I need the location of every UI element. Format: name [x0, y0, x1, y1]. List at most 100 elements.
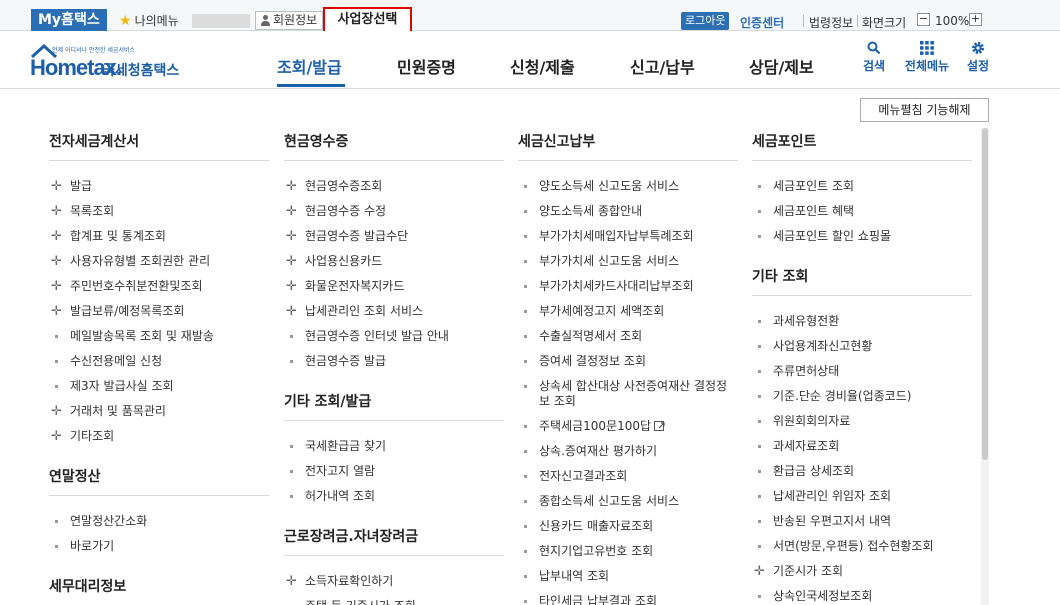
- menu-item[interactable]: 종합소득세 신고도움 서비스: [518, 489, 738, 514]
- expand-plus-icon[interactable]: ✛: [286, 569, 297, 594]
- menu-item[interactable]: 주택세금100문100답: [518, 414, 738, 439]
- expand-plus-icon[interactable]: ✛: [51, 249, 62, 274]
- expand-plus-icon[interactable]: ✛: [51, 199, 62, 224]
- menu-item[interactable]: 환급금 상세조회: [752, 459, 972, 484]
- menu-item[interactable]: 기준.단순 경비율(업종코드): [752, 384, 972, 409]
- menu-item[interactable]: 양도소득세 신고도움 서비스: [518, 174, 738, 199]
- member-info-button[interactable]: 회원정보: [255, 11, 324, 30]
- menu-item[interactable]: ✛ 현금영수증조회: [284, 174, 504, 199]
- menu-item[interactable]: 부가가치세매입자납부특례조회: [518, 224, 738, 249]
- nav-inquiry-issue[interactable]: 조회/발급: [277, 54, 342, 78]
- menu-item[interactable]: 국세환급금 찾기: [284, 434, 504, 459]
- menu-item[interactable]: 과세유형전환: [752, 309, 972, 334]
- section-title[interactable]: 기타 조회: [752, 267, 972, 296]
- menu-item[interactable]: 메일발송목록 조회 및 재발송: [49, 324, 269, 349]
- section-title[interactable]: 세금신고납부: [518, 132, 738, 161]
- section-title[interactable]: 기타 조회/발급: [284, 392, 504, 421]
- section-title[interactable]: 현금영수증: [284, 132, 504, 161]
- menu-item[interactable]: 서면(방문,우편등) 접수현황조회: [752, 534, 972, 559]
- menu-item[interactable]: 반송된 우편고지서 내역: [752, 509, 972, 534]
- menu-item[interactable]: ✛ 납세관리인 조회 서비스: [284, 299, 504, 324]
- my-menu-link[interactable]: ★ 나의메뉴: [119, 12, 179, 29]
- menu-item[interactable]: 주택 등 기준시가 조회: [284, 594, 504, 605]
- expand-plus-icon[interactable]: ✛: [51, 224, 62, 249]
- expand-plus-icon[interactable]: ✛: [286, 199, 297, 224]
- menu-item[interactable]: 전자신고결과조회: [518, 464, 738, 489]
- expand-plus-icon[interactable]: ✛: [51, 299, 62, 324]
- menu-unfold-toggle-button[interactable]: 메뉴펼침 기능해제: [860, 98, 989, 122]
- menu-item[interactable]: ✛ 화물운전자복지카드: [284, 274, 504, 299]
- menu-item[interactable]: 연말정산간소화: [49, 509, 269, 534]
- menu-item[interactable]: ✛ 현금영수증 발급수단: [284, 224, 504, 249]
- menu-item[interactable]: 상속세 합산대상 사전증여재산 결정정보 조회: [518, 374, 738, 414]
- menu-item[interactable]: 세금포인트 혜택: [752, 199, 972, 224]
- menu-item[interactable]: 현금영수증 인터넷 발급 안내: [284, 324, 504, 349]
- menu-item[interactable]: ✛ 기준시가 조회: [752, 559, 972, 584]
- menu-item[interactable]: 바로가기: [49, 534, 269, 559]
- expand-plus-icon[interactable]: ✛: [51, 174, 62, 199]
- menu-item[interactable]: 전자고지 열람: [284, 459, 504, 484]
- logout-button[interactable]: 로그아웃: [681, 12, 730, 30]
- section-title[interactable]: 세금포인트: [752, 132, 972, 161]
- menu-item[interactable]: 수출실적명세서 조회: [518, 324, 738, 349]
- nav-consult-report[interactable]: 상담/제보: [749, 54, 814, 78]
- my-hometax-button[interactable]: My홈택스: [31, 9, 107, 31]
- section-title[interactable]: 연말정산: [49, 467, 269, 496]
- menu-item[interactable]: 납부내역 조회: [518, 564, 738, 589]
- menu-item[interactable]: ✛ 기타조회: [49, 424, 269, 449]
- menu-item[interactable]: 과세자료조회: [752, 434, 972, 459]
- menu-item[interactable]: 주류면허상태: [752, 359, 972, 384]
- zoom-in-button[interactable]: +: [969, 13, 982, 26]
- expand-plus-icon[interactable]: ✛: [286, 299, 297, 324]
- menu-item[interactable]: ✛ 발급: [49, 174, 269, 199]
- menu-scrollbar-thumb[interactable]: [982, 128, 988, 460]
- law-info-link[interactable]: 법령정보: [809, 14, 853, 31]
- expand-plus-icon[interactable]: ✛: [286, 249, 297, 274]
- menu-item[interactable]: ✛ 거래처 및 품목관리: [49, 399, 269, 424]
- menu-item[interactable]: 신용카드 매출자료조회: [518, 514, 738, 539]
- nav-report-payment[interactable]: 신고/납부: [630, 54, 695, 78]
- header-settings-button[interactable]: 설정: [964, 41, 992, 74]
- nav-application-submit[interactable]: 신청/제출: [510, 54, 575, 78]
- menu-item[interactable]: 납세관리인 위임자 조회: [752, 484, 972, 509]
- expand-plus-icon[interactable]: ✛: [51, 399, 62, 424]
- cert-center-link[interactable]: 인증센터: [740, 14, 784, 31]
- expand-plus-icon[interactable]: ✛: [754, 559, 765, 584]
- menu-item[interactable]: 현금영수증 발급: [284, 349, 504, 374]
- business-select-button[interactable]: 사업장선택: [323, 7, 412, 33]
- menu-item[interactable]: 세금포인트 할인 쇼핑몰: [752, 224, 972, 249]
- section-title[interactable]: 전자세금계산서: [49, 132, 269, 161]
- zoom-out-button[interactable]: −: [917, 13, 930, 26]
- menu-item[interactable]: ✛ 합계표 및 통계조회: [49, 224, 269, 249]
- menu-item[interactable]: 상속인국세정보조회: [752, 584, 972, 605]
- expand-plus-icon[interactable]: ✛: [286, 224, 297, 249]
- menu-item[interactable]: 증여세 결정정보 조회: [518, 349, 738, 374]
- expand-plus-icon[interactable]: ✛: [51, 424, 62, 449]
- menu-item[interactable]: 타인세금 납부결과 조회: [518, 589, 738, 605]
- section-title[interactable]: 근로장려금.자녀장려금: [284, 527, 504, 556]
- header-allmenu-button[interactable]: 전체메뉴: [902, 41, 952, 74]
- menu-item[interactable]: ✛ 사업용신용카드: [284, 249, 504, 274]
- menu-item[interactable]: 양도소득세 종합안내: [518, 199, 738, 224]
- header-search-button[interactable]: 검색: [860, 41, 888, 74]
- menu-item[interactable]: ✛ 발급보류/예정목록조회: [49, 299, 269, 324]
- menu-item[interactable]: ✛ 현금영수증 수정: [284, 199, 504, 224]
- menu-item[interactable]: 위원회회의자료: [752, 409, 972, 434]
- menu-item[interactable]: 현지기업고유번호 조회: [518, 539, 738, 564]
- expand-plus-icon[interactable]: ✛: [51, 274, 62, 299]
- menu-item[interactable]: 수신전용메일 신청: [49, 349, 269, 374]
- menu-item[interactable]: ✛ 소득자료확인하기: [284, 569, 504, 594]
- menu-item[interactable]: 부가가치세 신고도움 서비스: [518, 249, 738, 274]
- menu-item[interactable]: 허가내역 조회: [284, 484, 504, 509]
- menu-item[interactable]: ✛ 목록조회: [49, 199, 269, 224]
- menu-item[interactable]: 부가세예정고지 세액조회: [518, 299, 738, 324]
- section-title[interactable]: 세무대리정보: [49, 577, 269, 605]
- menu-item[interactable]: 부가가치세카드사대리납부조회: [518, 274, 738, 299]
- menu-item[interactable]: 세금포인트 조회: [752, 174, 972, 199]
- menu-item[interactable]: 제3자 발급사실 조회: [49, 374, 269, 399]
- nav-civil-certificate[interactable]: 민원증명: [397, 54, 456, 78]
- expand-plus-icon[interactable]: ✛: [286, 274, 297, 299]
- menu-item[interactable]: 사업용계좌신고현황: [752, 334, 972, 359]
- menu-item[interactable]: 상속.증여재산 평가하기: [518, 439, 738, 464]
- menu-item[interactable]: ✛ 사용자유형별 조회권한 관리: [49, 249, 269, 274]
